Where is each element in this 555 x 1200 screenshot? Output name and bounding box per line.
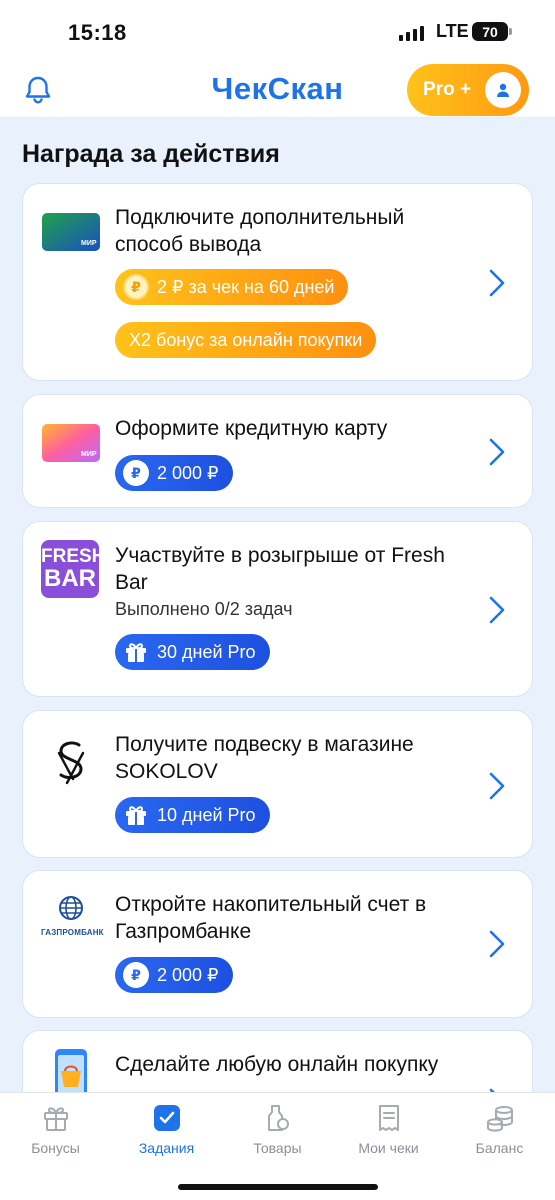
badge-text: 10 дней Pro (157, 804, 256, 825)
task-card-credit-card[interactable]: МИР Оформите кредитную карту ₽ 2 000 ₽ (22, 394, 533, 508)
tab-balance[interactable]: Баланс (444, 1103, 555, 1156)
task-card-online-purchase[interactable]: Сделайте любую онлайн покупку (22, 1030, 533, 1092)
checkbox-icon (153, 1105, 180, 1131)
chevron-right-icon[interactable] (488, 929, 506, 959)
chevron-right-icon[interactable] (488, 268, 506, 298)
badge-text: 30 дней Pro (157, 641, 256, 662)
tab-receipts[interactable]: Мои чеки (333, 1103, 444, 1156)
app-header: ЧекСкан Pro + (0, 62, 555, 118)
signal-icon (399, 25, 424, 41)
pro-label: Pro + (423, 79, 472, 100)
coins-stack-icon (486, 1106, 513, 1132)
card-title: Сделайте любую онлайн покупку (115, 1053, 439, 1076)
shopping-phone-icon (55, 1049, 87, 1092)
tasks-content: Награда за действия МИР Подключите допол… (0, 118, 555, 1092)
coin-icon: ₽ (123, 962, 149, 988)
svg-text:МИР: МИР (81, 240, 97, 247)
chevron-right-icon[interactable] (488, 595, 506, 625)
grocery-bag-icon (267, 1105, 289, 1131)
gift-icon (43, 1107, 68, 1131)
chevron-right-icon[interactable] (488, 437, 506, 467)
coin-icon: ₽ (123, 460, 149, 486)
gazprombank-globe-icon (59, 896, 83, 920)
task-card-fresh-bar[interactable]: FRESH BAR Участвуйте в розыгрыше от Fres… (22, 521, 533, 697)
battery-level: 70 (482, 23, 498, 40)
chevron-right-icon[interactable] (488, 771, 506, 801)
gazprombank-wordmark: ГАЗПРОМБАНК (41, 928, 104, 937)
pro-button[interactable]: Pro + (407, 64, 529, 116)
badge-text: Х2 бонус за онлайн покупки (129, 329, 363, 350)
badge-text: 2 ₽ за чек на 60 дней (157, 276, 335, 297)
card-title: Участвуйте в розыгрыше от Fresh Bar (115, 544, 445, 594)
tab-label: Задания (138, 1140, 195, 1156)
bonus-badge: ₽ 2 000 ₽ (115, 957, 233, 993)
gift-icon (126, 643, 146, 662)
tab-label: Бонусы (31, 1140, 80, 1156)
gift-icon (126, 806, 146, 825)
tab-bonuses[interactable]: Бонусы (0, 1103, 111, 1156)
mir-card-green-icon: МИР (42, 213, 100, 251)
card-title: Откройте накопительный счет в Газпромбан… (115, 893, 427, 943)
battery-icon: 70 (472, 22, 508, 41)
logo-text-line: BAR (44, 565, 96, 592)
card-title: Подключите дополнительный способ вывода (115, 206, 405, 256)
battery-cap (509, 28, 512, 35)
tab-label: Мои чеки (358, 1140, 419, 1156)
mir-card-gradient-icon: МИР (42, 424, 100, 462)
home-indicator[interactable] (178, 1184, 378, 1190)
badge-text: 2 000 ₽ (157, 462, 219, 483)
svg-text:МИР: МИР (81, 451, 97, 458)
gazprombank-logo: ГАЗПРОМБАНК (41, 895, 104, 951)
tab-goods[interactable]: Товары (222, 1103, 333, 1156)
card-progress: Выполнено 0/2 задач (115, 599, 293, 619)
fresh-bar-logo: FRESH BAR (41, 540, 105, 598)
coin-icon: ₽ (123, 274, 149, 300)
bonus-badge: ₽ 2 000 ₽ (115, 455, 233, 491)
tab-label: Товары (253, 1140, 302, 1156)
bonus-badge: Х2 бонус за онлайн покупки (115, 322, 377, 358)
section-title: Награда за действия (22, 140, 280, 168)
card-title: Оформите кредитную карту (115, 417, 388, 440)
sokolov-logo (57, 741, 85, 785)
network-label: LTE (436, 21, 469, 41)
badge-text: 2 000 ₽ (157, 964, 219, 985)
status-bar: 15:18 LTE 70 (0, 0, 555, 62)
bonus-badge: 10 дней Pro (115, 797, 270, 833)
task-card-payout-method[interactable]: МИР Подключите дополнительный способ выв… (22, 183, 533, 381)
bonus-badge: ₽ 2 ₽ за чек на 60 дней (115, 269, 349, 305)
card-title: Получите подвеску в магазине SOKOLOV (115, 733, 414, 783)
task-card-gazprombank[interactable]: ГАЗПРОМБАНК Откройте накопительный счет … (22, 870, 533, 1018)
tab-label: Баланс (475, 1140, 524, 1156)
receipt-icon (378, 1105, 399, 1131)
user-icon[interactable] (485, 72, 521, 108)
task-card-sokolov[interactable]: Получите подвеску в магазине SOKOLOV 10 … (22, 710, 533, 858)
bonus-badge: 30 дней Pro (115, 634, 270, 670)
status-time: 15:18 (68, 20, 127, 45)
tab-tasks[interactable]: Задания (111, 1103, 222, 1156)
